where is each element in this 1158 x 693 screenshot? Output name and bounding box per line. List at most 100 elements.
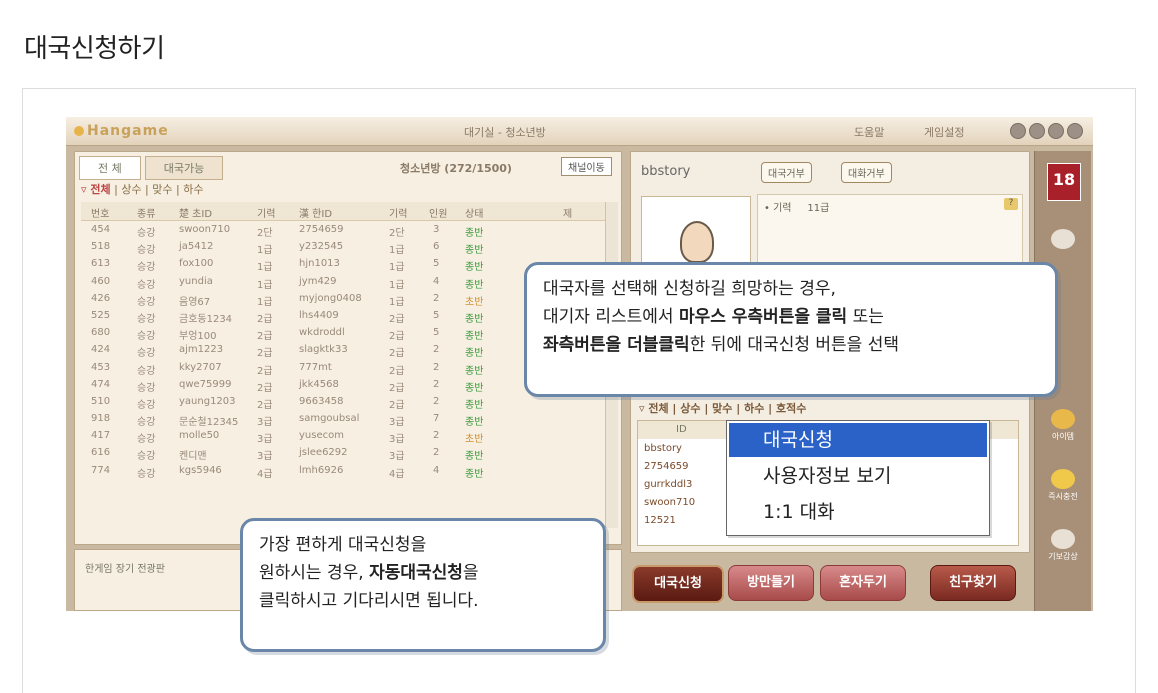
table-cell: ajm1223 bbox=[179, 344, 224, 356]
table-cell: 2급 bbox=[389, 348, 405, 360]
col-han-grade[interactable]: 기력 bbox=[389, 205, 407, 220]
menu-item-user-info[interactable]: 사용자정보 보기 bbox=[729, 459, 987, 493]
table-cell: 613 bbox=[91, 258, 111, 270]
help-link[interactable]: 도움말 bbox=[854, 124, 884, 140]
context-menu: 대국신청 사용자정보 보기 1:1 대화 bbox=[726, 420, 990, 536]
table-row[interactable]: 417 승강 molle50 3급 yusecom 3급 2 초반 bbox=[81, 428, 607, 445]
match-request-button[interactable]: 대국신청 bbox=[632, 565, 724, 603]
col-number[interactable]: 번호 bbox=[91, 205, 109, 220]
close-icon[interactable] bbox=[1067, 123, 1083, 139]
age-rating-badge: 18 bbox=[1047, 163, 1081, 201]
table-cell: 2 bbox=[433, 430, 440, 442]
table-cell: 3 bbox=[433, 224, 440, 235]
callout-line: 대국자를 선택해 신청하길 희망하는 경우, bbox=[543, 279, 836, 299]
table-cell: 9663458 bbox=[299, 395, 344, 407]
table-cell: 승강 bbox=[137, 262, 156, 274]
table-cell: lmh6926 bbox=[299, 464, 344, 476]
menu-icon[interactable] bbox=[1010, 123, 1026, 139]
table-cell: 종반 bbox=[465, 399, 484, 411]
table-cell: 4급 bbox=[389, 468, 405, 480]
callout-line: 클릭하시고 기다리시면 됩니다. bbox=[259, 591, 479, 611]
settings-link[interactable]: 게임설정 bbox=[924, 124, 964, 140]
table-cell: kky2707 bbox=[179, 361, 222, 373]
table-row[interactable]: 774 승강 kgs5946 4급 lmh6926 4급 4 종반 bbox=[81, 463, 607, 480]
table-cell: 승강 bbox=[137, 228, 156, 239]
table-cell: 1급 bbox=[389, 262, 405, 274]
user-id-header[interactable]: ID bbox=[676, 424, 687, 435]
list-item[interactable]: 12521 bbox=[644, 515, 676, 526]
list-item[interactable]: 2754659 bbox=[644, 461, 689, 472]
sidebar-item-1[interactable] bbox=[1035, 229, 1091, 251]
instruction-callout-manual: 대국자를 선택해 신청하길 희망하는 경우, 대기자 리스트에서 마우스 우측버… bbox=[524, 262, 1058, 397]
menu-item-match-request[interactable]: 대국신청 bbox=[729, 423, 987, 457]
find-friend-button[interactable]: 친구찾기 bbox=[930, 565, 1016, 601]
col-cho-id[interactable]: 楚 초ID bbox=[179, 205, 212, 220]
list-item[interactable]: swoon710 bbox=[644, 497, 695, 508]
user-filters[interactable]: ▿ 전체 | 상수 | 맞수 | 하수 | 호적수 bbox=[639, 400, 806, 416]
table-cell: 2급 bbox=[257, 313, 273, 325]
filter-lower[interactable]: 하수 bbox=[183, 183, 203, 196]
table-cell: jym429 bbox=[299, 275, 337, 287]
table-row[interactable]: 518 승강 ja5412 1급 y232545 1급 6 종반 bbox=[81, 239, 607, 256]
table-cell: 켄디맨 bbox=[179, 451, 207, 463]
maximize-icon[interactable] bbox=[1048, 123, 1064, 139]
table-cell: 2 bbox=[433, 361, 440, 373]
table-row[interactable]: 454 승강 swoon710 2단 2754659 2단 3 종반 bbox=[81, 222, 607, 239]
tab-available[interactable]: 대국가능 bbox=[144, 156, 224, 180]
table-cell: 2급 bbox=[257, 365, 273, 377]
table-cell: 616 bbox=[91, 447, 111, 459]
list-item[interactable]: bbstory bbox=[644, 443, 682, 454]
table-cell: fox100 bbox=[179, 258, 214, 270]
table-cell: 680 bbox=[91, 327, 111, 339]
table-cell: 종반 bbox=[465, 262, 484, 274]
table-cell: 3급 bbox=[389, 417, 405, 429]
refuse-chat-button[interactable]: 대화거부 bbox=[841, 162, 892, 183]
sidebar-item-charge[interactable]: 즉시충전 bbox=[1035, 469, 1091, 502]
channel-button[interactable]: 채널이동 bbox=[561, 157, 612, 176]
table-cell: 종반 bbox=[465, 279, 484, 291]
table-cell: 518 bbox=[91, 241, 111, 253]
table-cell: 2급 bbox=[257, 348, 273, 360]
tab-all[interactable]: 전 체 bbox=[79, 156, 141, 180]
col-han-id[interactable]: 漢 한ID bbox=[299, 205, 332, 220]
table-cell: 승강 bbox=[137, 279, 156, 291]
table-cell: 2 bbox=[433, 378, 440, 390]
table-cell: 2급 bbox=[389, 313, 405, 325]
table-cell: 승강 bbox=[137, 313, 156, 325]
list-item[interactable]: gurrkddl3 bbox=[644, 479, 692, 490]
sidebar-item-replay[interactable]: 기보감상 bbox=[1035, 529, 1091, 562]
table-cell: 3급 bbox=[257, 434, 273, 446]
table-cell: 승강 bbox=[137, 399, 156, 411]
help-icon[interactable]: ? bbox=[1004, 198, 1018, 210]
table-row[interactable]: 616 승강 켄디맨 3급 jslee6292 3급 2 종반 bbox=[81, 445, 607, 462]
lobby-label: 청소년방 (272/1500) bbox=[400, 162, 512, 175]
table-cell: 승강 bbox=[137, 245, 156, 257]
table-cell: 7 bbox=[433, 413, 440, 425]
table-cell: 424 bbox=[91, 344, 111, 356]
minimize-icon[interactable] bbox=[1029, 123, 1045, 139]
callout-line: 가장 편하게 대국신청을 bbox=[259, 535, 427, 555]
table-cell: 종반 bbox=[465, 313, 484, 325]
table-cell: 금호동1234 bbox=[179, 313, 233, 325]
filter-all[interactable]: 전체 bbox=[90, 183, 110, 196]
col-type[interactable]: 종류 bbox=[137, 205, 155, 220]
filter-equal[interactable]: 맞수 bbox=[152, 183, 172, 196]
record-label: • 기력 11급 bbox=[764, 203, 830, 214]
col-players[interactable]: 인원 bbox=[429, 205, 447, 220]
menu-item-private-chat[interactable]: 1:1 대화 bbox=[729, 495, 987, 529]
filter-higher[interactable]: 상수 bbox=[121, 183, 141, 196]
create-room-button[interactable]: 방만들기 bbox=[728, 565, 814, 601]
col-cho-grade[interactable]: 기력 bbox=[257, 205, 275, 220]
col-extra[interactable]: 제 bbox=[563, 205, 572, 220]
col-status[interactable]: 상태 bbox=[465, 205, 483, 220]
refuse-match-button[interactable]: 대국거부 bbox=[761, 162, 812, 183]
table-row[interactable]: 918 승강 문순철12345 3급 samgoubsal 3급 7 종반 bbox=[81, 411, 607, 428]
table-row[interactable]: 510 승강 yaung1203 2급 9663458 2급 2 종반 bbox=[81, 394, 607, 411]
action-buttons: 대국신청 방만들기 혼자두기 친구찾기 bbox=[630, 561, 1028, 607]
table-cell: 초반 bbox=[465, 434, 484, 446]
table-cell: 2급 bbox=[257, 331, 273, 343]
sidebar-item-items[interactable]: 아이템 bbox=[1035, 409, 1091, 442]
table-cell: 4 bbox=[433, 275, 440, 287]
solo-play-button[interactable]: 혼자두기 bbox=[820, 565, 906, 601]
user-name: bbstory bbox=[641, 164, 691, 179]
